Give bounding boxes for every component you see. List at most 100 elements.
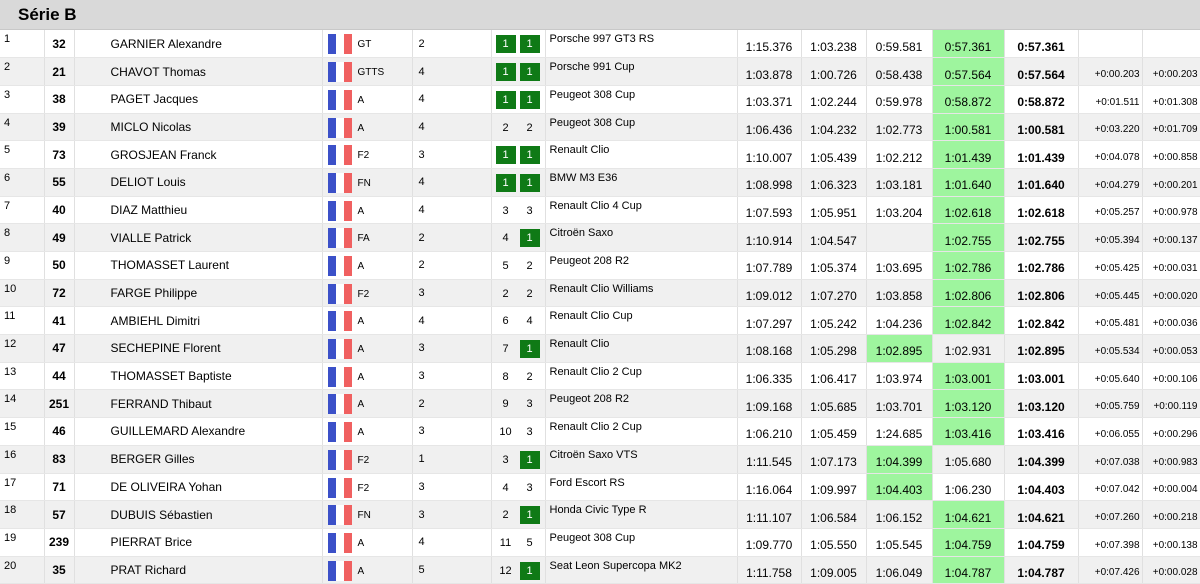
lap-time-1: 1:09.168 <box>737 389 802 419</box>
car-group: 4 <box>412 85 492 114</box>
class-rank-badge: 1 <box>519 340 540 359</box>
car-group: 3 <box>412 334 492 363</box>
gap-to-leader: +0:01.511 <box>1078 85 1143 114</box>
table-row[interactable]: 14 251 FERRAND Thibaut A 2 9 3 Peugeot 208 R2 1:… <box>0 389 1200 419</box>
driver-name: FARGE Philippe <box>74 279 323 308</box>
position: 19 <box>0 528 45 557</box>
overall-rank-badge: 2 <box>502 121 509 134</box>
table-row[interactable]: 12 47 SECHEPINE Florent A 3 7 1 Renault Clio 1:0… <box>0 334 1200 363</box>
table-row[interactable]: 19 239 PIERRAT Brice A 4 11 5 Peugeot 308 Cup 1:… <box>0 528 1200 557</box>
best-time: 1:04.621 <box>1004 500 1079 529</box>
france-flag-icon <box>327 311 352 332</box>
car-class: A <box>357 565 365 577</box>
driver-name: PAGET Jacques <box>74 85 323 114</box>
class-rank-badge: 1 <box>519 35 540 53</box>
car-class: A <box>357 122 365 134</box>
car-model: Renault Clio Cup <box>545 306 738 336</box>
car-model: Peugeot 308 Cup <box>545 113 738 142</box>
class-rank-badge: 1 <box>519 173 540 192</box>
gap-to-leader: +0:07.398 <box>1078 528 1143 557</box>
overall-rank-badge: 2 <box>502 509 509 522</box>
lap-time-2: 1:07.173 <box>801 445 867 474</box>
rank-cell: 43 <box>491 473 546 502</box>
car-number: 40 <box>44 196 75 225</box>
car-class: F2 <box>357 454 370 466</box>
lap-time-4: 1:03.120 <box>932 389 1005 419</box>
gap-to-previous: +0:00.296 <box>1142 417 1200 446</box>
car-model: Seat Leon Supercopa MK2 <box>545 556 738 584</box>
lap-time-2: 1:05.550 <box>801 528 867 557</box>
table-row[interactable]: 20 35 PRAT Richard A 5 12 1 Seat Leon Supercopa… <box>0 556 1200 584</box>
table-row[interactable]: 17 71 DE OLIVEIRA Yohan F2 3 4 3 Ford Escort RS… <box>0 473 1200 502</box>
table-row[interactable]: 3 38 PAGET Jacques A 4 1 1 Peugeot 308 Cup 1:03.… <box>0 85 1200 114</box>
table-row[interactable]: 9 50 THOMASSET Laurent A 2 5 2 Peugeot 208 R2 1:… <box>0 251 1200 280</box>
lap-time-1: 1:07.297 <box>737 306 802 336</box>
lap-time-2: 1:05.298 <box>801 334 867 363</box>
position: 16 <box>0 445 45 474</box>
best-time: 1:02.806 <box>1004 279 1079 308</box>
car-number: 57 <box>44 500 75 529</box>
car-class: A <box>357 371 365 383</box>
france-flag-icon <box>327 228 352 249</box>
lap-time-3: 0:59.581 <box>866 30 933 59</box>
table-row[interactable]: 8 49 VIALLE Patrick FA 2 4 1 Citroën Saxo 1:10.9… <box>0 223 1200 252</box>
best-time: 0:57.564 <box>1004 57 1079 86</box>
gap-to-previous: +0:00.201 <box>1142 168 1200 197</box>
table-row[interactable]: 6 55 DELIOT Louis FN 4 1 1 BMW M3 E36 1:08.998 1:… <box>0 168 1200 197</box>
car-model: Peugeot 208 R2 <box>545 251 738 280</box>
table-row[interactable]: 7 40 DIAZ Matthieu A 4 3 3 Renault Clio 4 Cup 1:… <box>0 196 1200 225</box>
table-row[interactable]: 15 46 GUILLEMARD Alexandre A 3 10 3 Renault Cli… <box>0 417 1200 446</box>
overall-rank-badge: 1 <box>495 63 516 82</box>
france-flag-icon <box>327 422 352 443</box>
gap-to-leader: +0:05.640 <box>1078 362 1143 391</box>
best-time: 1:03.001 <box>1004 362 1079 391</box>
lap-time-2: 1:05.439 <box>801 140 867 169</box>
lap-time-2: 1:00.726 <box>801 57 867 86</box>
rank-cell: 12 1 <box>491 556 546 584</box>
class-cell: A <box>322 528 413 557</box>
lap-time-4: 1:01.640 <box>932 168 1005 197</box>
lap-time-4: 1:06.230 <box>932 473 1005 502</box>
table-row[interactable]: 18 57 DUBUIS Sébastien FN 3 2 1 Honda Civic Typ… <box>0 500 1200 529</box>
table-row[interactable]: 4 39 MICLO Nicolas A 4 2 2 Peugeot 308 Cup 1:06.… <box>0 113 1200 142</box>
rank-cell: 22 <box>491 279 546 308</box>
table-row[interactable]: 2 21 CHAVOT Thomas GTTS 4 1 1 Porsche 991 Cup 1:… <box>0 57 1200 86</box>
table-row[interactable]: 11 41 AMBIEHL Dimitri A 4 6 4 Renault Clio Cup 1… <box>0 306 1200 336</box>
france-flag-icon <box>327 449 352 470</box>
lap-time-3: 1:03.858 <box>866 279 933 308</box>
best-time: 1:02.618 <box>1004 196 1079 225</box>
car-group: 4 <box>412 57 492 86</box>
gap-to-leader: +0:07.426 <box>1078 556 1143 584</box>
lap-time-4: 0:57.564 <box>932 57 1005 86</box>
position: 6 <box>0 168 45 197</box>
rank-cell: 31 <box>491 445 546 474</box>
table-row[interactable]: 5 73 GROSJEAN Franck F2 3 1 1 Renault Clio 1:10.… <box>0 140 1200 169</box>
lap-time-1: 1:16.064 <box>737 473 802 502</box>
car-group: 2 <box>412 30 492 59</box>
france-flag-icon <box>327 89 352 110</box>
car-number: 73 <box>44 140 75 169</box>
class-cell: FA <box>322 223 413 252</box>
class-cell: A <box>322 85 413 114</box>
lap-time-3: 1:03.204 <box>866 196 933 225</box>
class-rank-badge: 1 <box>519 450 540 469</box>
car-model: Renault Clio 2 Cup <box>545 417 738 446</box>
table-row[interactable]: 16 83 BERGER Gilles F2 1 3 1 Citroën Saxo VTS 1:… <box>0 445 1200 474</box>
car-group: 2 <box>412 389 492 419</box>
driver-name: DELIOT Louis <box>74 168 323 197</box>
overall-rank-badge: 9 <box>502 398 509 411</box>
best-time: 0:57.361 <box>1004 30 1079 59</box>
class-rank-badge: 1 <box>519 506 540 525</box>
table-row[interactable]: 13 44 THOMASSET Baptiste A 3 8 2 Renault Clio 2… <box>0 362 1200 391</box>
overall-rank-badge: 2 <box>502 287 509 300</box>
car-class: A <box>357 261 365 272</box>
table-row[interactable]: 1 32 GARNIER Alexandre GT 2 1 1 Porsche 997 GT3… <box>0 30 1200 59</box>
france-flag-icon <box>327 283 352 304</box>
table-row[interactable]: 10 72 FARGE Philippe F2 3 2 2 Renault Clio Will… <box>0 279 1200 308</box>
car-number: 39 <box>44 113 75 142</box>
car-class: A <box>357 205 365 217</box>
class-rank-badge: 1 <box>519 146 540 165</box>
car-group: 3 <box>412 417 492 446</box>
position: 20 <box>0 556 45 584</box>
lap-time-1: 1:08.168 <box>737 334 802 363</box>
